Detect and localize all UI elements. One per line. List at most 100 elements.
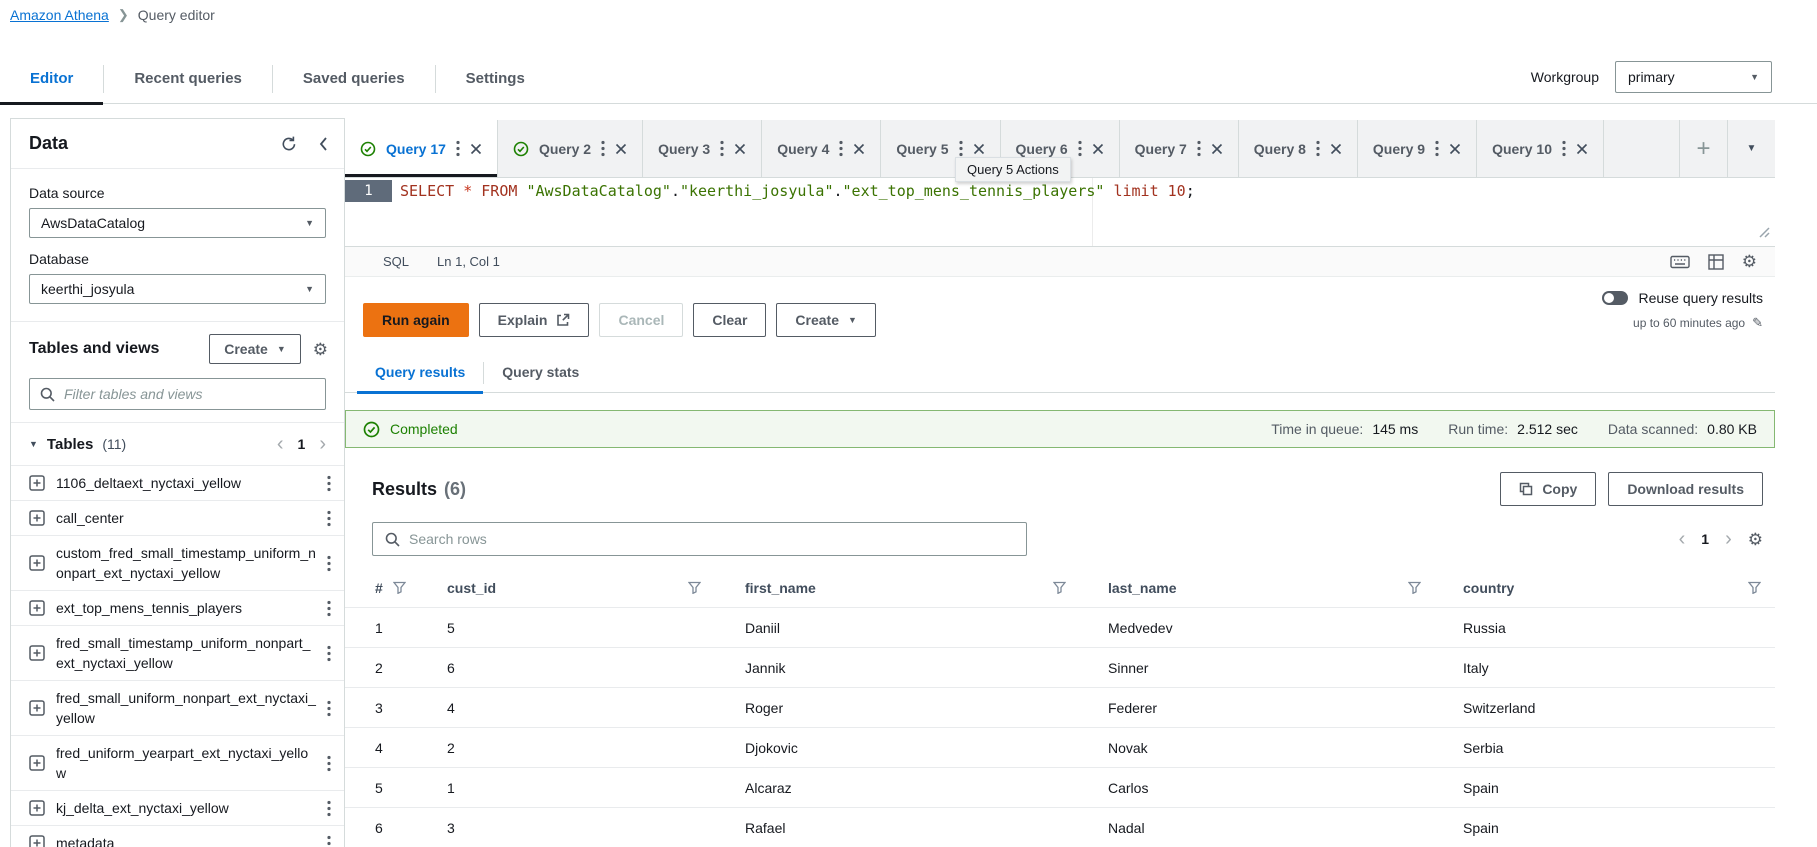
column-filter-icon[interactable] (1748, 581, 1761, 594)
table-list-item[interactable]: kj_delta_ext_nyctaxi_yellow (11, 791, 344, 826)
table-list-item[interactable]: fred_small_uniform_nonpart_ext_nyctaxi_y… (11, 681, 344, 736)
column-header[interactable]: last_name (1080, 580, 1435, 596)
kebab-menu-icon[interactable] (456, 140, 460, 157)
table-view-icon[interactable] (1708, 254, 1724, 270)
close-icon[interactable] (1330, 143, 1342, 155)
cancel-button[interactable]: Cancel (599, 303, 683, 337)
workgroup-select[interactable]: primary ▼ (1615, 61, 1772, 93)
kebab-menu-icon[interactable] (720, 140, 724, 157)
kebab-menu-icon[interactable] (327, 510, 331, 527)
clear-button[interactable]: Clear (693, 303, 766, 337)
keyboard-shortcuts-icon[interactable] (1670, 254, 1690, 270)
chevron-down-icon[interactable]: ▼ (29, 439, 38, 449)
tab-query-results[interactable]: Query results (357, 364, 483, 394)
create-button[interactable]: Create ▼ (209, 334, 301, 364)
kebab-menu-icon[interactable] (1435, 140, 1439, 157)
expand-table-icon[interactable] (29, 600, 45, 616)
results-settings-gear-icon[interactable]: ⚙ (1748, 531, 1763, 548)
table-row[interactable]: 42DjokovicNovakSerbia (345, 728, 1775, 768)
expand-table-icon[interactable] (29, 835, 45, 847)
explain-button[interactable]: Explain (479, 303, 590, 337)
nav-tab-editor[interactable]: Editor (0, 70, 103, 105)
table-list-item[interactable]: ext_top_mens_tennis_players (11, 591, 344, 626)
table-row[interactable]: 51AlcarazCarlosSpain (345, 768, 1775, 808)
results-page-next-icon[interactable]: › (1725, 529, 1732, 549)
table-list-item[interactable]: 1106_deltaext_nyctaxi_yellow (11, 466, 344, 501)
close-icon[interactable] (1092, 143, 1104, 155)
gear-icon[interactable]: ⚙ (313, 341, 328, 358)
query-tab-query-10[interactable]: Query 10 (1477, 120, 1604, 177)
column-header[interactable]: country (1435, 580, 1775, 596)
breadcrumb-link-athena[interactable]: Amazon Athena (10, 7, 109, 23)
new-query-tab-button[interactable]: + (1679, 120, 1727, 177)
collapse-panel-icon[interactable] (318, 136, 328, 152)
download-results-button[interactable]: Download results (1608, 472, 1763, 506)
kebab-menu-icon[interactable] (327, 475, 331, 492)
expand-table-icon[interactable] (29, 475, 45, 491)
table-list-item[interactable]: call_center (11, 501, 344, 536)
table-row[interactable]: 15DaniilMedvedevRussia (345, 608, 1775, 648)
query-tab-query-4[interactable]: Query 4 (762, 120, 881, 177)
table-list-item[interactable]: fred_small_timestamp_uniform_nonpart_ext… (11, 626, 344, 681)
expand-table-icon[interactable] (29, 700, 45, 716)
close-icon[interactable] (734, 143, 746, 155)
kebab-menu-icon[interactable] (327, 755, 331, 772)
page-number[interactable]: 1 (298, 436, 306, 452)
kebab-menu-icon[interactable] (327, 555, 331, 572)
query-tab-query-9[interactable]: Query 9 (1358, 120, 1477, 177)
results-page-number[interactable]: 1 (1701, 531, 1709, 547)
kebab-menu-icon[interactable] (601, 140, 605, 157)
kebab-menu-icon[interactable] (1078, 140, 1082, 157)
query-tab-query-2[interactable]: Query 2 (498, 120, 643, 177)
column-header[interactable]: cust_id (420, 580, 715, 596)
edit-pencil-icon[interactable]: ✎ (1752, 315, 1763, 331)
kebab-menu-icon[interactable] (327, 645, 331, 662)
query-tab-list-dropdown[interactable]: ▼ (1727, 120, 1775, 177)
expand-table-icon[interactable] (29, 510, 45, 526)
reuse-toggle[interactable] (1602, 291, 1628, 305)
nav-tab-settings[interactable]: Settings (436, 70, 555, 105)
query-tab-query-17[interactable]: Query 17 (345, 120, 498, 177)
column-filter-icon[interactable] (1053, 581, 1066, 594)
data-source-select[interactable]: AwsDataCatalog ▼ (29, 208, 326, 238)
query-tab-query-7[interactable]: Query 7 (1120, 120, 1239, 177)
sql-editor[interactable]: 1 SELECT * FROM "AwsDataCatalog"."keerth… (345, 178, 1775, 246)
table-row[interactable]: 26JannikSinnerItaly (345, 648, 1775, 688)
close-icon[interactable] (973, 143, 985, 155)
close-icon[interactable] (1449, 143, 1461, 155)
column-filter-icon[interactable] (688, 581, 701, 594)
kebab-menu-icon[interactable] (1197, 140, 1201, 157)
kebab-menu-icon[interactable] (327, 600, 331, 617)
expand-table-icon[interactable] (29, 645, 45, 661)
query-tab-query-3[interactable]: Query 3 (643, 120, 762, 177)
search-rows-input[interactable]: Search rows (372, 522, 1027, 556)
column-filter-icon[interactable] (1408, 581, 1421, 594)
column-filter-icon[interactable] (393, 581, 406, 594)
column-header[interactable]: # (345, 580, 420, 596)
kebab-menu-icon[interactable] (1316, 140, 1320, 157)
refresh-icon[interactable] (280, 135, 298, 153)
close-icon[interactable] (615, 143, 627, 155)
editor-settings-gear-icon[interactable]: ⚙ (1742, 253, 1757, 270)
page-prev-icon[interactable]: ‹ (277, 434, 284, 454)
close-icon[interactable] (1576, 143, 1588, 155)
expand-table-icon[interactable] (29, 800, 45, 816)
table-row[interactable]: 63RafaelNadalSpain (345, 808, 1775, 847)
kebab-menu-icon[interactable] (327, 700, 331, 717)
table-row[interactable]: 34RogerFedererSwitzerland (345, 688, 1775, 728)
nav-tab-recent-queries[interactable]: Recent queries (104, 70, 272, 105)
run-again-button[interactable]: Run again (363, 303, 469, 337)
nav-tab-saved-queries[interactable]: Saved queries (273, 70, 435, 105)
page-next-icon[interactable]: › (319, 434, 326, 454)
close-icon[interactable] (470, 143, 482, 155)
kebab-menu-icon[interactable] (327, 800, 331, 817)
close-icon[interactable] (1211, 143, 1223, 155)
column-header[interactable]: first_name (715, 580, 1080, 596)
database-select[interactable]: keerthi_josyula ▼ (29, 274, 326, 304)
close-icon[interactable] (853, 143, 865, 155)
kebab-menu-icon[interactable] (327, 835, 331, 847)
sql-statement[interactable]: SELECT * FROM "AwsDataCatalog"."keerthi_… (392, 180, 1195, 202)
kebab-menu-icon[interactable] (959, 140, 963, 157)
kebab-menu-icon[interactable] (1562, 140, 1566, 157)
expand-table-icon[interactable] (29, 555, 45, 571)
